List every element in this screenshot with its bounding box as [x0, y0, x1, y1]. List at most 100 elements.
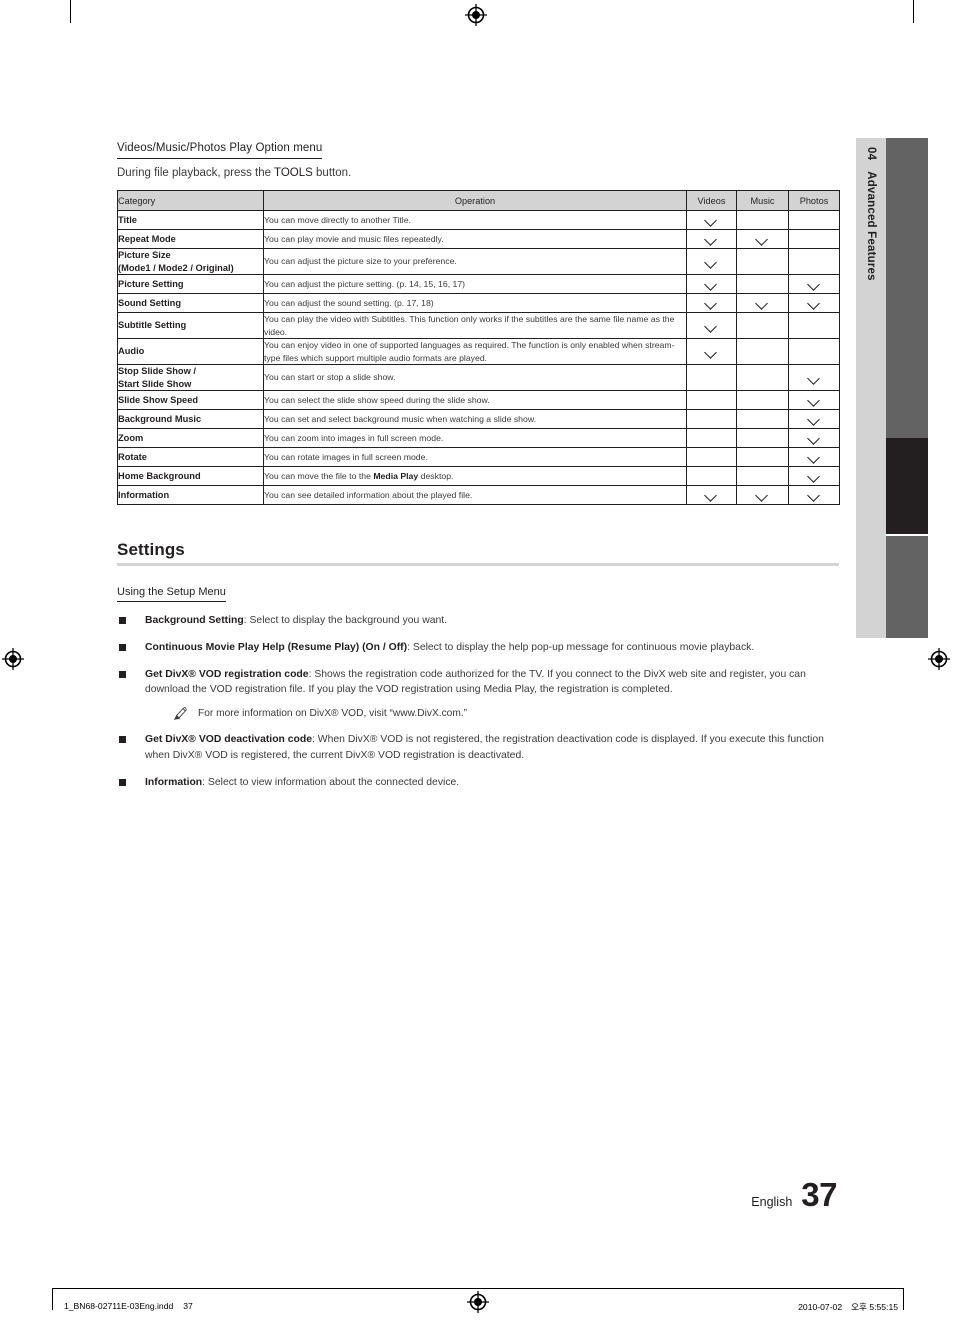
table-row: Stop Slide Show / Start Slide Show You can…: [117, 364, 840, 391]
cell-photos-support: [788, 248, 840, 275]
column-header-category: Category: [117, 190, 264, 211]
cell-category: Sound Setting: [117, 293, 264, 313]
cell-category: Audio: [117, 338, 264, 365]
cell-photos-support: [788, 364, 840, 391]
cell-videos-support: [686, 338, 737, 365]
cell-photos-support: [788, 409, 840, 429]
column-header-photos: Photos: [788, 190, 840, 211]
cell-music-support: [736, 447, 789, 467]
tools-key-label: TOOLS: [274, 167, 313, 179]
chevron-down-icon: [756, 299, 769, 307]
table-row: Zoom You can zoom into images in full scr…: [117, 428, 840, 448]
bullet-description: : Select to view information about the c…: [202, 776, 460, 788]
chapter-number: 04: [865, 147, 877, 161]
strip-tick-left: [52, 1288, 53, 1310]
table-row: Information You can see detailed informat…: [117, 485, 840, 505]
page-content: Videos/Music/Photos Play Option menu Dur…: [117, 138, 840, 791]
cell-videos-support: [686, 428, 737, 448]
cell-music-support: [736, 428, 789, 448]
play-option-table-body: Title You can move directly to another Ti…: [117, 210, 840, 505]
registration-mark-left: [2, 648, 24, 670]
chevron-down-icon: [705, 322, 718, 330]
chapter-tab-text: 04 Advanced Features: [856, 138, 886, 638]
table-row: Home Background You can move the file to …: [117, 466, 840, 486]
cell-category: Rotate: [117, 447, 264, 467]
cell-videos-support: [686, 229, 737, 249]
cell-photos-support: [788, 210, 840, 230]
settings-heading: Settings: [117, 540, 185, 559]
chevron-down-icon: [808, 280, 821, 288]
chevron-down-icon: [808, 415, 821, 423]
page-footer: English 37: [751, 1178, 837, 1211]
cell-photos-support: [788, 274, 840, 294]
chevron-down-icon: [808, 472, 821, 480]
table-row: Rotate You can rotate images in full scre…: [117, 447, 840, 467]
bullet-description: : Select to display the help pop-up mess…: [407, 641, 755, 653]
cell-category: Picture Size (Mode1 / Mode2 / Original): [117, 248, 264, 275]
cell-photos-support: [788, 428, 840, 448]
cell-operation: You can see detailed information about t…: [263, 485, 687, 505]
cell-operation: You can zoom into images in full screen …: [263, 428, 687, 448]
chapter-tab-bar-upper: [886, 138, 928, 438]
section-subtitle-prefix: During file playback, press the: [117, 167, 275, 179]
print-date: 2010-07-02: [798, 1302, 843, 1312]
settings-bullet-list: Background Setting: Select to display th…: [117, 613, 839, 791]
cell-music-support: [736, 390, 789, 410]
cell-videos-support: [686, 364, 737, 391]
cell-operation: You can move directly to another Title.: [263, 210, 687, 230]
cell-operation: You can play movie and music files repea…: [263, 229, 687, 249]
chevron-down-icon: [808, 299, 821, 307]
chevron-down-icon: [705, 299, 718, 307]
bullet-term: Continuous Movie Play Help (Resume Play)…: [145, 641, 408, 653]
cell-videos-support: [686, 390, 737, 410]
strip-rule: [52, 1288, 904, 1289]
chapter-tab-bar-lower: [886, 536, 928, 638]
column-header-music: Music: [736, 190, 789, 211]
registration-mark-right: [928, 648, 950, 670]
cell-videos-support: [686, 409, 737, 429]
cell-music-support: [736, 210, 789, 230]
cell-music-support: [736, 409, 789, 429]
cell-music-support: [736, 338, 789, 365]
cell-videos-support: [686, 485, 737, 505]
cell-videos-support: [686, 210, 737, 230]
table-row: Sound Setting You can adjust the sound se…: [117, 293, 840, 313]
cell-music-support: [736, 364, 789, 391]
note-pencil-icon: [173, 707, 187, 721]
chevron-down-icon: [705, 216, 718, 224]
footer-language: English: [751, 1195, 793, 1209]
settings-bullet-item: Background Setting: Select to display th…: [117, 613, 839, 629]
cell-photos-support: [788, 338, 840, 365]
cell-photos-support: [788, 447, 840, 467]
cell-photos-support: [788, 390, 840, 410]
cell-category: Picture Setting: [117, 274, 264, 294]
bullet-note: For more information on DivX® VOD, visit…: [145, 706, 839, 721]
settings-bullet-item: Continuous Movie Play Help (Resume Play)…: [117, 640, 839, 656]
settings-heading-block: Settings: [117, 539, 839, 566]
cell-photos-support: [788, 485, 840, 505]
cell-music-support: [736, 466, 789, 486]
footer-page-number: 37: [801, 1176, 837, 1213]
crop-mark-top-left: [70, 0, 71, 23]
bullet-note-text: For more information on DivX® VOD, visit…: [198, 708, 468, 720]
table-row: Title You can move directly to another Ti…: [117, 210, 840, 230]
chevron-down-icon: [705, 491, 718, 499]
print-time: 오후 5:55:15: [851, 1302, 898, 1312]
chevron-down-icon: [808, 374, 821, 382]
registration-mark-bottom: [467, 1291, 489, 1313]
settings-bullet-item: Get DivX® VOD deactivation code: When Di…: [117, 732, 839, 764]
cell-category: Stop Slide Show / Start Slide Show: [117, 364, 264, 391]
chapter-tab-bar-active: [886, 438, 928, 534]
cell-category: Subtitle Setting: [117, 312, 264, 339]
chapter-title: Advanced Features: [865, 171, 877, 281]
cell-photos-support: [788, 466, 840, 486]
chevron-down-icon: [705, 235, 718, 243]
chevron-down-icon: [705, 348, 718, 356]
cell-operation: You can select the slide show speed duri…: [263, 390, 687, 410]
table-row: Audio You can enjoy video in one of suppo…: [117, 338, 840, 365]
settings-bullet-item: Information: Select to view information …: [117, 775, 839, 791]
cell-operation: You can play the video with Subtitles. T…: [263, 312, 687, 339]
cell-videos-support: [686, 248, 737, 275]
table-row: Repeat Mode You can play movie and music …: [117, 229, 840, 249]
bullet-square-icon: [119, 778, 126, 786]
